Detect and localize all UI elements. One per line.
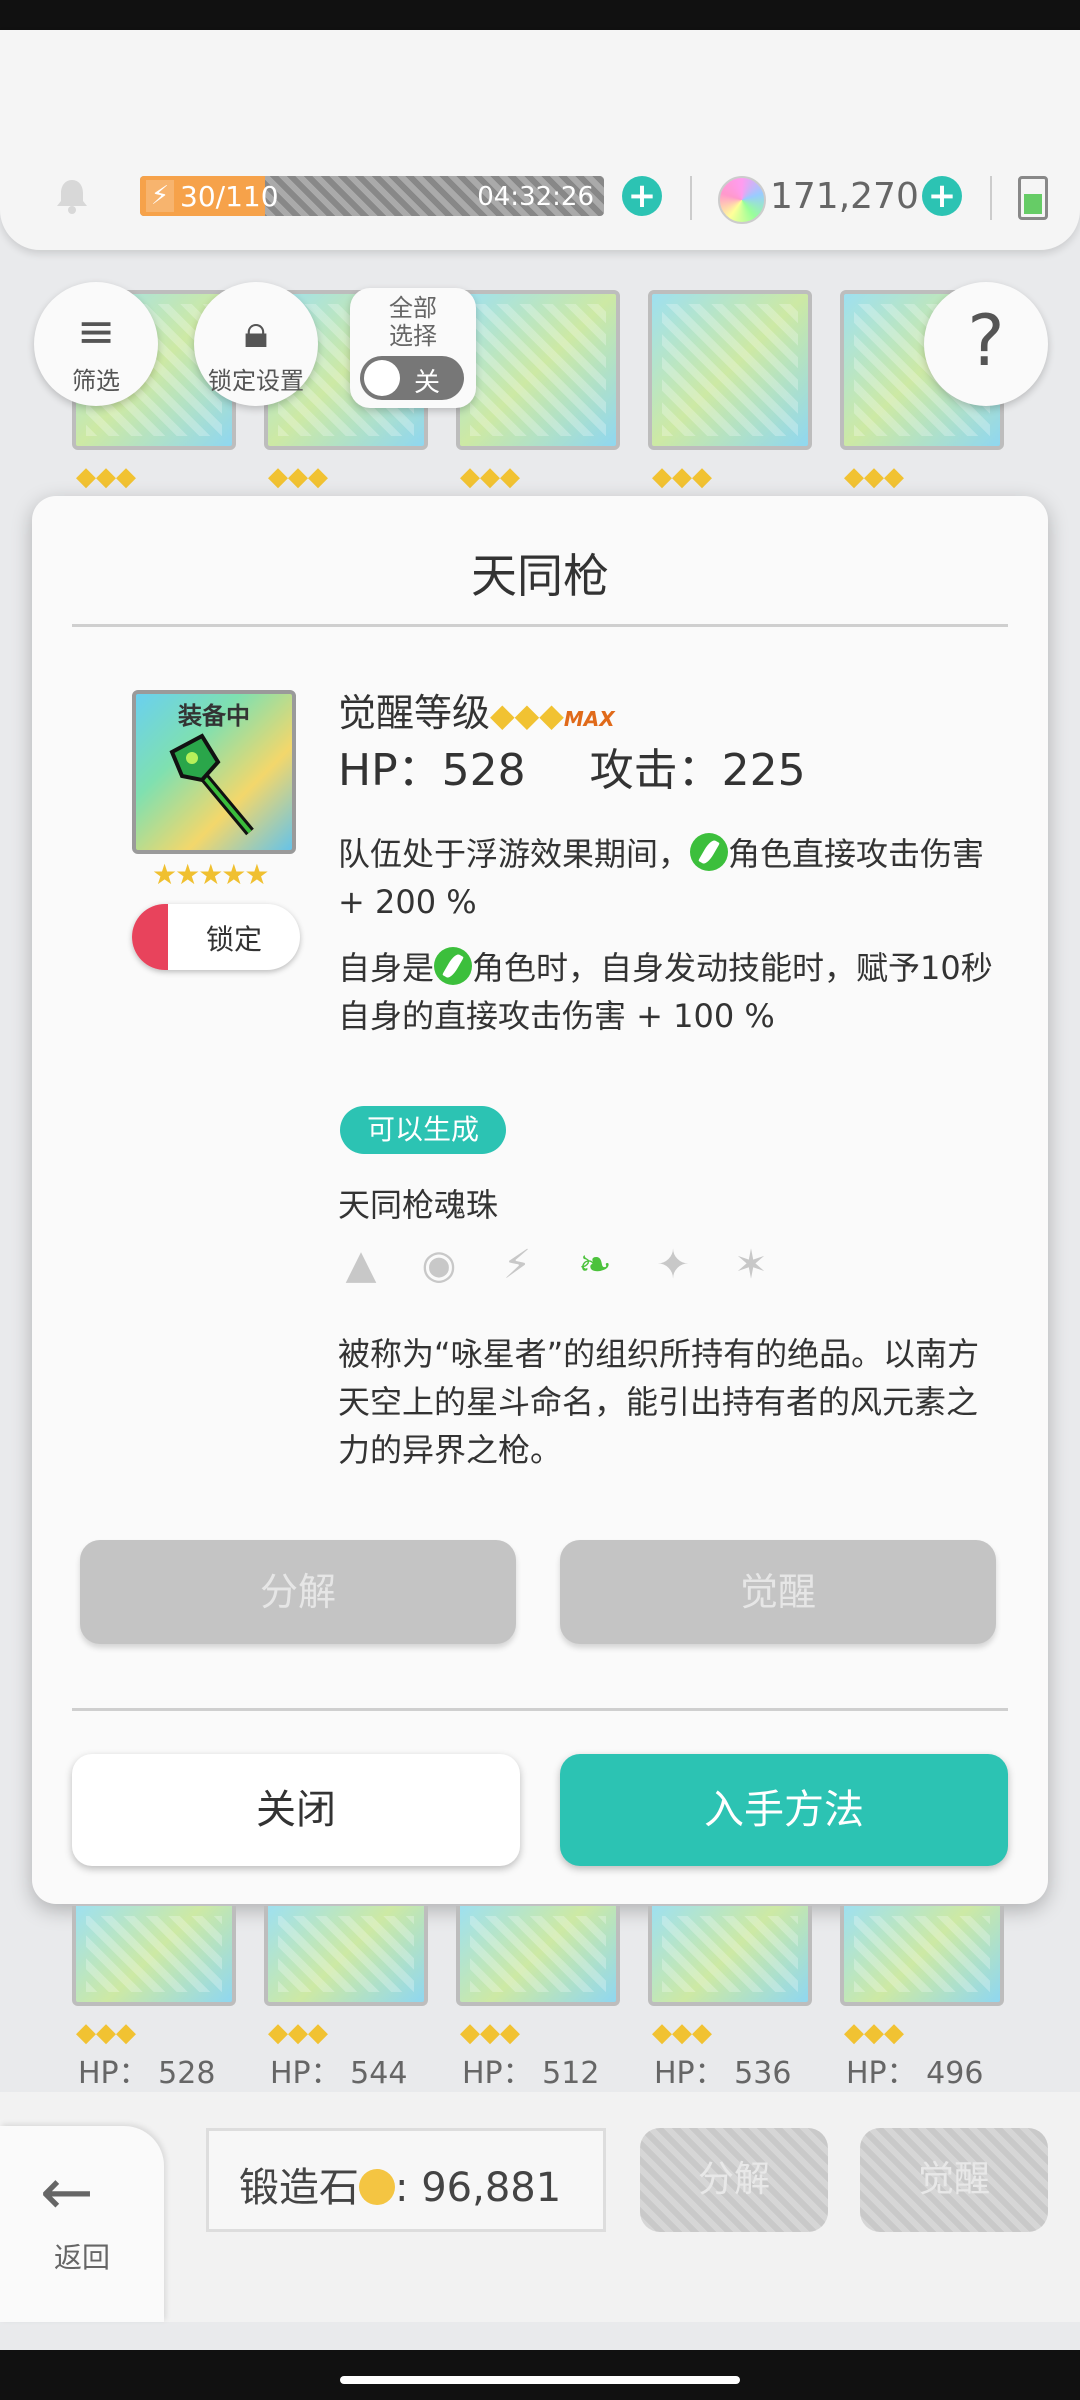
rarity-stars: ◆◆◆: [268, 462, 328, 492]
rarity-stars: ◆◆◆: [76, 2018, 136, 2048]
forge-stone-icon: [359, 2169, 395, 2205]
select-all-toggle[interactable]: 全部 选择 关: [350, 288, 476, 408]
select-all-line2: 选择: [389, 322, 437, 350]
weapon-hp: HP： 536: [654, 2056, 792, 2091]
back-arrow-icon: ←: [40, 2156, 94, 2230]
bell-icon[interactable]: [52, 176, 92, 216]
weapon-card[interactable]: [456, 1906, 620, 2006]
rarity-stars: ◆◆◆: [460, 2018, 520, 2048]
weapon-hp: HP： 544: [270, 2056, 408, 2091]
skill-description-2: 自身是 角色时，自身发动技能时，赋予10秒自身的直接攻击伤害 + 100 %: [338, 944, 998, 1040]
divider: [990, 176, 992, 220]
weapon-icon: [169, 733, 254, 836]
weapon-lore: 被称为“咏星者”的组织所持有的绝品。以南方天空上的星斗命名，能引出持有者的风元素…: [338, 1335, 980, 1469]
gem-icon: [718, 176, 766, 224]
desc-2-text-a: 自身是: [338, 949, 435, 987]
filter-button[interactable]: ≡ 筛选: [34, 282, 158, 406]
forge-stone-counter: 锻造石: 96,881: [206, 2128, 606, 2232]
lock-settings-label: 锁定设置: [208, 367, 304, 395]
rarity-stars: ◆◆◆: [652, 462, 712, 492]
rarity-stars: ★★★★★: [152, 858, 270, 891]
rarity-stars: ◆◆◆: [460, 462, 520, 492]
rarity-stars: ◆◆◆: [268, 2018, 328, 2048]
lightning-icon: ⚡: [146, 180, 174, 212]
weapon-card[interactable]: [264, 1906, 428, 2006]
weapon-hp: HP： 512: [462, 2056, 600, 2091]
stamina-timer: 04:32:26: [477, 182, 594, 212]
lock-toggle-button[interactable]: 锁定: [132, 904, 300, 970]
back-button[interactable]: ← 返回: [0, 2126, 164, 2322]
equipped-tag: 装备中: [178, 702, 250, 730]
lock-settings-button[interactable]: 🔒︎ 锁定设置: [194, 282, 318, 406]
awaken-label: 觉醒等级: [338, 691, 491, 735]
weapon-stats: HP：528 攻击：225: [338, 734, 806, 798]
toggle-knob: [364, 360, 400, 396]
wind-element-icon: ❧: [578, 1242, 612, 1288]
thunder-element-icon: ⚡︎: [502, 1242, 532, 1288]
soul-orb-name: 天同枪魂珠: [338, 1186, 499, 1224]
weapon-hp: HP： 496: [846, 2056, 984, 2091]
filter-icon: ≡: [76, 304, 116, 358]
gem-count: 171,270: [770, 176, 919, 217]
awaken-button[interactable]: 觉醒: [560, 1540, 996, 1644]
help-button[interactable]: ?: [924, 282, 1048, 406]
lock-indicator: [132, 904, 168, 970]
forge-value: 96,881: [421, 2165, 562, 2211]
home-indicator[interactable]: [340, 2376, 740, 2384]
filter-label: 筛选: [72, 367, 120, 395]
close-button[interactable]: 关闭: [72, 1754, 520, 1866]
toggle-state: 关: [414, 368, 441, 398]
weapon-card[interactable]: [648, 290, 812, 450]
light-element-icon: ✦: [656, 1242, 690, 1288]
craftable-badge: 可以生成: [340, 1106, 506, 1154]
lock-label: 锁定: [205, 923, 262, 956]
stamina-value: 30/110: [180, 180, 279, 213]
forge-label: 锻造石: [239, 2165, 359, 2211]
dialog-title: 天同枪: [471, 549, 609, 603]
desc-1-text-a: 队伍处于浮游效果期间，: [338, 835, 691, 873]
nav-bar: [0, 2350, 1080, 2400]
weapon-card[interactable]: [72, 1906, 236, 2006]
weapon-hp: HP： 528: [78, 2056, 216, 2091]
top-bar: [0, 30, 1080, 250]
stamina-bar: ⚡ 30/110 04:32:26: [140, 176, 604, 216]
add-stamina-button[interactable]: +: [622, 176, 662, 216]
earth-element-icon: ▲: [345, 1242, 377, 1288]
back-label: 返回: [53, 2241, 110, 2274]
lock-icon: 🔒︎: [243, 304, 269, 358]
toggle-switch[interactable]: 关: [360, 356, 464, 400]
max-badge: MAX: [563, 707, 615, 731]
awaken-level: 觉醒等级◆◆◆MAX: [338, 691, 615, 735]
divider: [72, 1708, 1008, 1711]
weapon-thumbnail: 装备中: [132, 690, 296, 854]
battery-icon: [1018, 176, 1048, 220]
divider: [690, 176, 692, 220]
rarity-stars: ◆◆◆: [76, 462, 136, 492]
bulk-awaken-button[interactable]: 觉醒: [860, 2128, 1048, 2232]
weapon-card[interactable]: [840, 1906, 1004, 2006]
wind-element-icon: [434, 947, 473, 985]
add-gems-button[interactable]: +: [922, 176, 962, 216]
hp-label: HP：: [338, 745, 442, 796]
atk-value: 225: [721, 745, 806, 796]
dark-element-icon: ✶: [734, 1242, 768, 1288]
question-icon: ?: [967, 300, 1005, 382]
dismantle-button[interactable]: 分解: [80, 1540, 516, 1644]
obtain-method-button[interactable]: 入手方法: [560, 1754, 1008, 1866]
skill-description-1: 队伍处于浮游效果期间， 角色直接攻击伤害 + 200 %: [338, 830, 998, 926]
atk-label: 攻击：: [589, 745, 722, 796]
status-bar: [0, 0, 1080, 30]
rarity-stars: ◆◆◆: [844, 462, 904, 492]
wind-element-icon: [690, 833, 729, 871]
bulk-dismantle-button[interactable]: 分解: [640, 2128, 828, 2232]
rarity-stars: ◆◆◆: [652, 2018, 712, 2048]
weapon-card[interactable]: [456, 290, 620, 450]
weapon-card[interactable]: [648, 1906, 812, 2006]
weapon-detail-dialog: 天同枪 装备中 ★★★★★ 锁定 觉醒等级◆◆◆MAX HP：528 攻击：22…: [32, 496, 1048, 1904]
hp-value: 528: [441, 745, 526, 796]
select-all-line1: 全部: [389, 294, 437, 322]
divider: [72, 624, 1008, 627]
water-element-icon: ◉: [421, 1242, 457, 1288]
rarity-stars: ◆◆◆: [844, 2018, 904, 2048]
